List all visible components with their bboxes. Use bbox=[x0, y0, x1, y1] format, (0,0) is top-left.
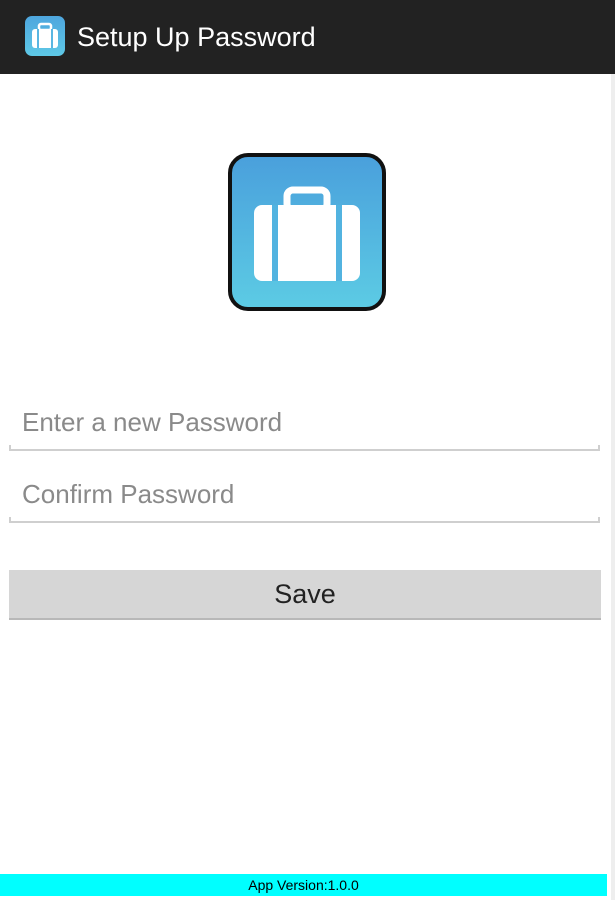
app-screen: Setup Up Password Save App Version:1.0.0 bbox=[0, 0, 615, 900]
briefcase-icon bbox=[228, 153, 386, 311]
app-version-label: App Version:1.0.0 bbox=[0, 874, 607, 896]
briefcase-icon[interactable] bbox=[25, 16, 65, 56]
save-button[interactable]: Save bbox=[9, 570, 601, 620]
input-underline bbox=[9, 517, 600, 523]
confirm-password-field bbox=[9, 471, 600, 523]
page-title: Setup Up Password bbox=[77, 22, 316, 52]
action-bar: Setup Up Password bbox=[0, 0, 615, 74]
new-password-input[interactable] bbox=[9, 399, 600, 445]
input-underline bbox=[9, 445, 600, 451]
confirm-password-input[interactable] bbox=[9, 471, 600, 517]
new-password-field bbox=[9, 399, 600, 451]
screen-edge bbox=[611, 74, 615, 900]
